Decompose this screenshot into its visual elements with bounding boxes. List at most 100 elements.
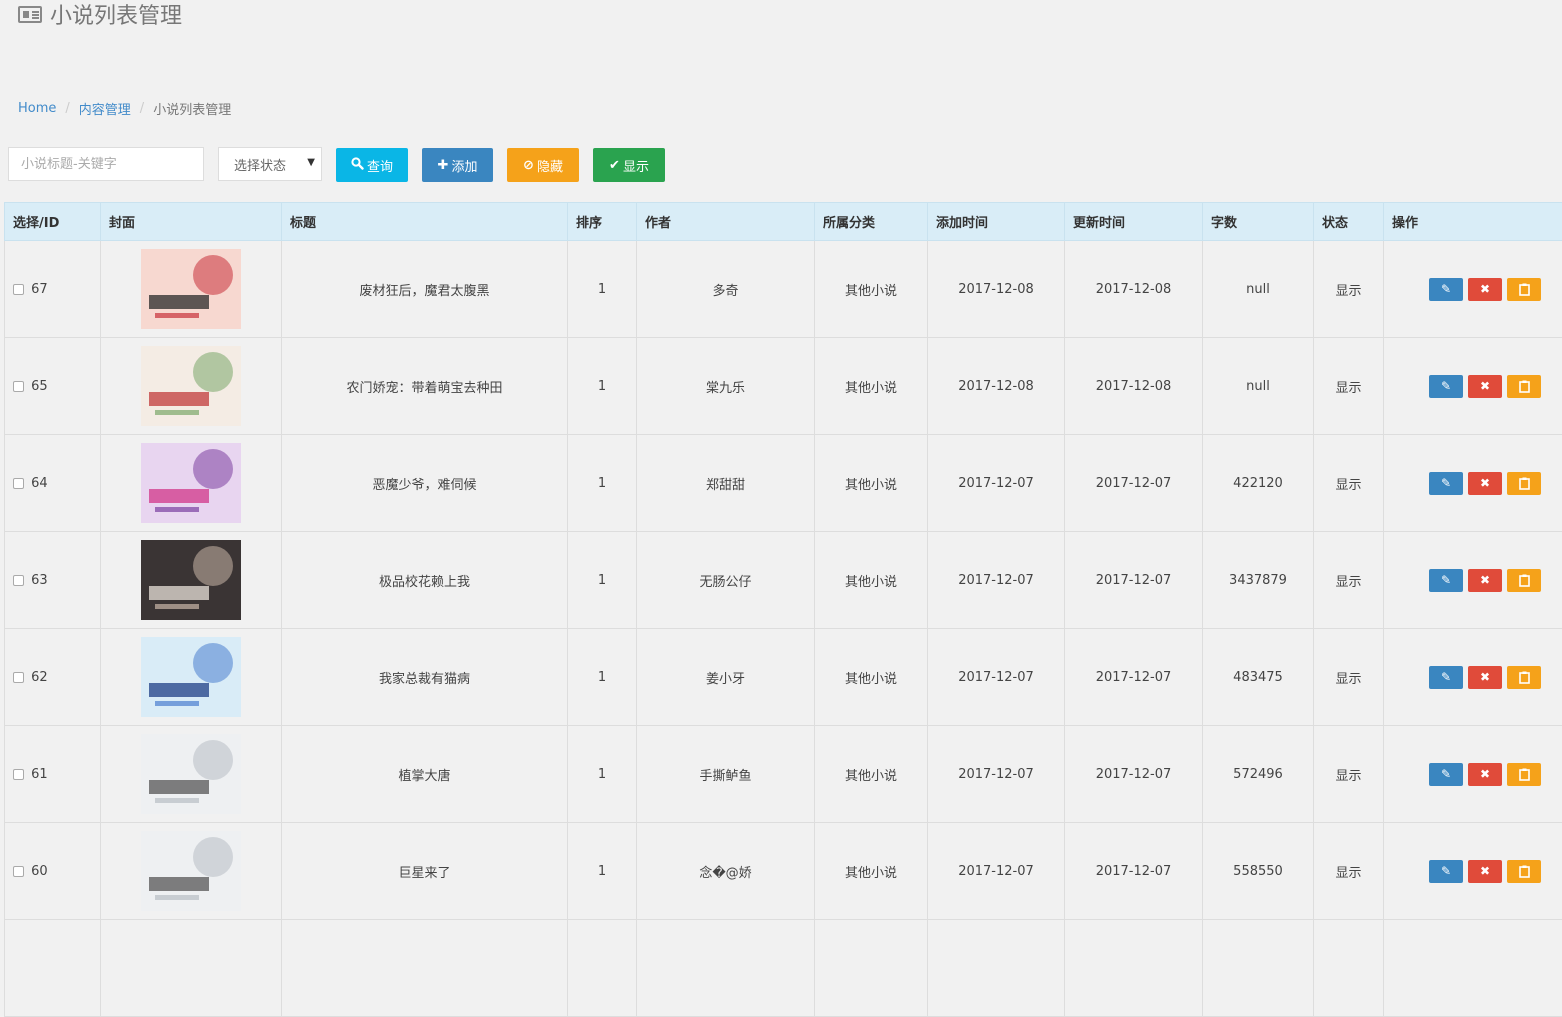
row-checkbox[interactable] [13, 381, 24, 392]
clipboard-icon [1519, 865, 1530, 878]
status-cell: 显示 [1314, 629, 1384, 726]
sort-cell: 1 [568, 532, 637, 629]
cover-image[interactable] [141, 443, 241, 523]
status-cell: 显示 [1314, 241, 1384, 338]
check-icon: ✔ [609, 158, 620, 173]
clipboard-icon [1519, 574, 1530, 587]
cover-cell [101, 241, 282, 338]
edit-button[interactable]: ✎ [1429, 375, 1463, 398]
hide-label: 隐藏 [537, 156, 563, 175]
category-cell: 其他小说 [815, 823, 928, 920]
breadcrumb-content[interactable]: 内容管理 [79, 99, 131, 118]
edit-button[interactable]: ✎ [1429, 860, 1463, 883]
row-checkbox[interactable] [13, 478, 24, 489]
empty-cell [568, 920, 637, 1017]
close-icon: ✖ [1480, 864, 1490, 878]
cover-image[interactable] [141, 540, 241, 620]
add-button[interactable]: ✚ 添加 [422, 148, 493, 182]
clipboard-icon [1519, 477, 1530, 490]
column-header[interactable]: 封面 [101, 203, 282, 241]
copy-button[interactable] [1507, 666, 1541, 689]
copy-button[interactable] [1507, 860, 1541, 883]
clipboard-icon [1519, 671, 1530, 684]
delete-button[interactable]: ✖ [1468, 278, 1502, 301]
cover-image[interactable] [141, 831, 241, 911]
added-time-cell: 2017-12-07 [928, 532, 1065, 629]
column-header[interactable]: 选择/ID [5, 203, 101, 241]
table-row: 60 巨星来了 1 念�@娇 其他小说 2017-12-07 2017-12-0… [5, 823, 1562, 920]
delete-button[interactable]: ✖ [1468, 860, 1502, 883]
status-select[interactable]: 选择状态 ▼ [218, 147, 322, 181]
id-cell: 60 [5, 823, 101, 920]
cover-cell [101, 726, 282, 823]
column-header[interactable]: 作者 [637, 203, 815, 241]
id-cell: 67 [5, 241, 101, 338]
cover-cell [101, 435, 282, 532]
show-button[interactable]: ✔ 显示 [593, 148, 665, 182]
column-header[interactable]: 状态 [1314, 203, 1384, 241]
edit-button[interactable]: ✎ [1429, 278, 1463, 301]
hide-button[interactable]: ⊘ 隐藏 [507, 148, 579, 182]
breadcrumb-current: 小说列表管理 [153, 99, 231, 118]
edit-button[interactable]: ✎ [1429, 569, 1463, 592]
delete-button[interactable]: ✖ [1468, 666, 1502, 689]
id-cell: 65 [5, 338, 101, 435]
column-header[interactable]: 排序 [568, 203, 637, 241]
row-checkbox[interactable] [13, 769, 24, 780]
cover-image[interactable] [141, 249, 241, 329]
query-button[interactable]: 查询 [336, 148, 408, 182]
close-icon: ✖ [1480, 767, 1490, 781]
title-cell: 巨星来了 [282, 823, 568, 920]
edit-button[interactable]: ✎ [1429, 763, 1463, 786]
cover-image[interactable] [141, 346, 241, 426]
column-header[interactable]: 字数 [1203, 203, 1314, 241]
breadcrumb-home[interactable]: Home [18, 101, 56, 116]
edit-button[interactable]: ✎ [1429, 666, 1463, 689]
table-header-row: 选择/ID 封面 标题 排序 作者 所属分类 添加时间 更新时间 字数 状态 操… [5, 203, 1562, 241]
word-count-cell: 483475 [1203, 629, 1314, 726]
row-checkbox[interactable] [13, 284, 24, 295]
empty-cell [5, 920, 101, 1017]
empty-cell [282, 920, 568, 1017]
edit-button[interactable]: ✎ [1429, 472, 1463, 495]
column-header[interactable]: 更新时间 [1065, 203, 1203, 241]
search-input[interactable] [8, 147, 204, 181]
sort-cell: 1 [568, 338, 637, 435]
updated-time-cell: 2017-12-08 [1065, 338, 1203, 435]
page-header: 小说列表管理 [18, 0, 182, 34]
sort-cell: 1 [568, 435, 637, 532]
updated-time-cell: 2017-12-07 [1065, 726, 1203, 823]
row-id: 65 [31, 379, 48, 394]
status-cell: 显示 [1314, 823, 1384, 920]
pencil-icon: ✎ [1441, 767, 1451, 781]
row-id: 62 [31, 670, 48, 685]
delete-button[interactable]: ✖ [1468, 569, 1502, 592]
delete-button[interactable]: ✖ [1468, 375, 1502, 398]
column-header[interactable]: 所属分类 [815, 203, 928, 241]
row-checkbox[interactable] [13, 866, 24, 877]
category-cell: 其他小说 [815, 532, 928, 629]
copy-button[interactable] [1507, 472, 1541, 495]
actions-cell: ✎ ✖ [1384, 532, 1562, 629]
cover-image[interactable] [141, 637, 241, 717]
row-checkbox[interactable] [13, 672, 24, 683]
row-checkbox[interactable] [13, 575, 24, 586]
added-time-cell: 2017-12-08 [928, 241, 1065, 338]
copy-button[interactable] [1507, 375, 1541, 398]
copy-button[interactable] [1507, 763, 1541, 786]
copy-button[interactable] [1507, 278, 1541, 301]
empty-cell [101, 920, 282, 1017]
column-header[interactable]: 添加时间 [928, 203, 1065, 241]
title-cell: 我家总裁有猫病 [282, 629, 568, 726]
copy-button[interactable] [1507, 569, 1541, 592]
cover-image[interactable] [141, 734, 241, 814]
page-title: 小说列表管理 [50, 0, 182, 30]
id-cell: 61 [5, 726, 101, 823]
title-cell: 农门娇宠：带着萌宝去种田 [282, 338, 568, 435]
delete-button[interactable]: ✖ [1468, 472, 1502, 495]
column-header[interactable]: 标题 [282, 203, 568, 241]
cover-cell [101, 629, 282, 726]
delete-button[interactable]: ✖ [1468, 763, 1502, 786]
breadcrumb-separator: / [140, 101, 144, 116]
column-header[interactable]: 操作 [1384, 203, 1562, 241]
